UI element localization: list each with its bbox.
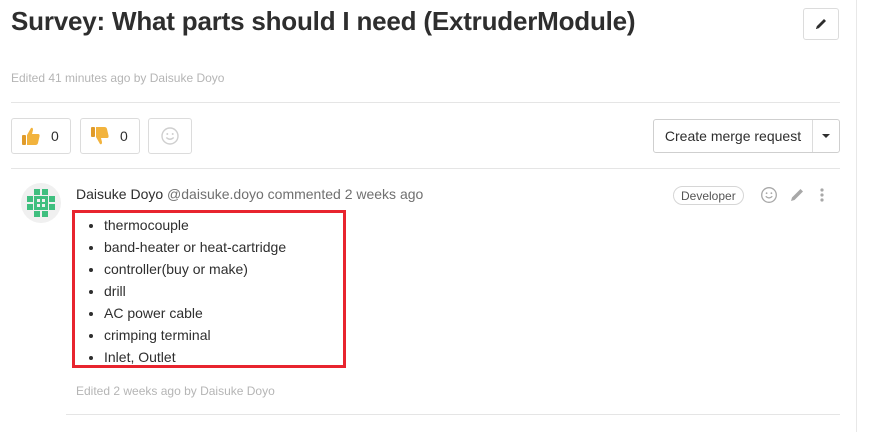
add-reaction-button[interactable] — [148, 118, 192, 154]
comment-header: Daisuke Doyo @daisuke.doyo commented 2 w… — [76, 186, 423, 202]
avatar[interactable] — [21, 183, 61, 223]
thumbs-down-award-button[interactable]: 0 — [80, 118, 140, 154]
comment-author[interactable]: Daisuke Doyo — [76, 186, 163, 202]
more-actions-icon[interactable] — [817, 186, 827, 204]
thumbs-up-count: 0 — [51, 128, 59, 144]
edit-title-button[interactable] — [803, 8, 839, 40]
smiley-icon — [161, 127, 179, 145]
comment-edited-info: Edited 2 weeks ago by Daisuke Doyo — [76, 384, 275, 398]
edit-comment-pencil-icon[interactable] — [788, 186, 806, 204]
thumbs-up-award-button[interactable]: 0 — [11, 118, 71, 154]
comment-editor-link[interactable]: Daisuke Doyo — [200, 384, 275, 398]
pencil-icon — [816, 19, 826, 29]
issue-edited-info: Edited 41 minutes ago by Daisuke Doyo — [11, 71, 225, 85]
divider — [11, 102, 840, 103]
comment-timestamp[interactable]: 2 weeks ago — [345, 186, 424, 202]
merge-request-options-toggle[interactable] — [813, 120, 839, 152]
comment-author-handle[interactable]: @daisuke.doyo — [167, 186, 264, 202]
comment-action: commented — [267, 186, 341, 202]
create-merge-request-button[interactable]: Create merge request — [654, 120, 813, 152]
caret-down-icon — [822, 134, 830, 138]
role-badge: Developer — [673, 186, 744, 205]
issue-title: Survey: What parts should I need (Extrud… — [11, 6, 636, 36]
divider — [11, 168, 840, 169]
thumbs-down-icon — [91, 127, 109, 145]
right-divider — [856, 0, 857, 432]
thumbs-down-count: 0 — [120, 128, 128, 144]
thumbs-up-icon — [22, 127, 40, 145]
add-reaction-smiley-icon[interactable] — [760, 186, 778, 204]
divider — [66, 414, 840, 415]
create-merge-request-dropdown: Create merge request — [653, 119, 840, 153]
highlight-box — [72, 210, 346, 368]
issue-editor-link[interactable]: Daisuke Doyo — [150, 71, 225, 85]
